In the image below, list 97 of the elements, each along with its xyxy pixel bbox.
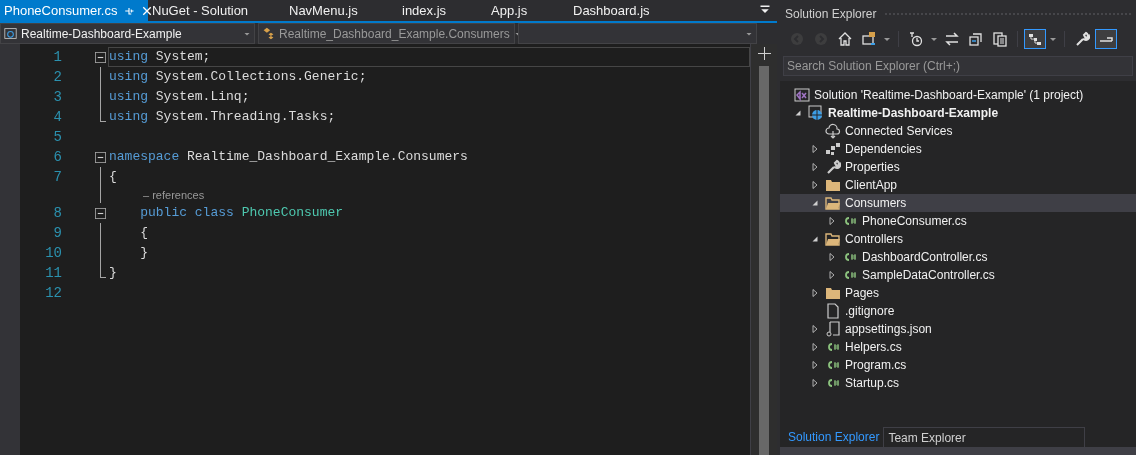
folder-icon	[825, 285, 841, 301]
toolbar-button[interactable]	[1095, 29, 1117, 49]
tree-icon	[1027, 31, 1043, 47]
code-line: using System.Threading.Tasks;	[109, 109, 336, 124]
code-line: namespace Realtime_Dashboard_Example.Consumers	[109, 149, 468, 164]
line-number: 6	[53, 149, 62, 165]
expanded-icon[interactable]	[811, 199, 819, 207]
collapsed-icon[interactable]	[828, 270, 836, 280]
project-icon	[808, 105, 824, 121]
tree-item[interactable]: Program.cs	[780, 356, 1136, 374]
cloud-icon	[825, 123, 841, 139]
expanded-icon[interactable]	[811, 235, 819, 243]
line-number: 5	[53, 129, 62, 145]
tree-item[interactable]: Solution 'Realtime-Dashboard-Example' (1 project)	[780, 86, 1136, 104]
caret-icon	[1050, 37, 1056, 41]
line-number: 12	[45, 285, 62, 301]
open-folder-icon	[825, 231, 841, 247]
collapse-icon[interactable]	[95, 52, 106, 63]
json-file-icon	[825, 321, 841, 337]
line-number: 7	[53, 169, 62, 185]
collapsed-icon[interactable]	[811, 162, 819, 172]
copy-icon	[992, 31, 1008, 47]
tab-list-icon[interactable]	[759, 4, 771, 16]
search-field[interactable]: Search Solution Explorer (Ctrl+;)	[783, 56, 1133, 76]
line-number: 11	[45, 265, 62, 281]
editor-tab[interactable]: App.js	[487, 0, 569, 21]
tree-item[interactable]: Connected Services	[780, 122, 1136, 140]
collapse-icon[interactable]	[95, 208, 106, 219]
pending-changes-icon	[908, 31, 924, 47]
globe-icon	[4, 27, 17, 40]
line-number: 9	[53, 225, 62, 241]
switch-views-icon	[861, 31, 877, 47]
collapsed-icon[interactable]	[811, 288, 819, 298]
file-icon	[825, 303, 841, 319]
tree-item[interactable]: PhoneConsumer.cs	[780, 212, 1136, 230]
caret-icon	[884, 37, 890, 41]
collapsed-icon[interactable]	[828, 252, 836, 262]
code-line: }	[139, 245, 148, 260]
line-number: 10	[45, 245, 62, 261]
sync-icon	[944, 31, 960, 47]
collapsed-icon[interactable]	[811, 342, 819, 352]
code-line: }	[109, 265, 117, 280]
wrench-icon	[825, 159, 841, 175]
editor-tab[interactable]: NuGet - Solution	[148, 0, 285, 21]
collapsed-icon[interactable]	[811, 324, 819, 334]
tree-item[interactable]: appsettings.json	[780, 320, 1136, 338]
line-number: 4	[53, 109, 62, 125]
line-number: 8	[53, 205, 62, 221]
tree-item[interactable]: Helpers.cs	[780, 338, 1136, 356]
collapsed-icon[interactable]	[811, 144, 819, 154]
open-folder-icon	[825, 195, 841, 211]
editor-tab[interactable]: index.js	[398, 0, 487, 21]
codelens-link[interactable]: – references	[143, 187, 205, 203]
tree-item[interactable]: Consumers	[780, 194, 1136, 212]
home-icon	[837, 31, 853, 47]
code-line: using System;	[109, 49, 211, 64]
scrollbar-thumb[interactable]	[759, 66, 769, 455]
panel-tab[interactable]: Team Explorer	[883, 427, 1086, 447]
code-line: using System.Linq;	[109, 89, 250, 104]
collapsed-icon[interactable]	[828, 216, 836, 226]
project-dropdown[interactable]: Realtime-Dashboard-Example	[0, 23, 255, 44]
tree-item[interactable]: DashboardController.cs	[780, 248, 1136, 266]
code-line: using System.Collections.Generic;	[109, 69, 367, 84]
tree-item[interactable]: ClientApp	[780, 176, 1136, 194]
close-icon[interactable]	[141, 4, 154, 17]
line-number: 3	[53, 89, 62, 105]
tree-item[interactable]: Pages	[780, 284, 1136, 302]
tree-item[interactable]: .gitignore	[780, 302, 1136, 320]
collapse-icon[interactable]	[95, 152, 106, 163]
tree-item[interactable]: Realtime-Dashboard-Example	[780, 104, 1136, 122]
panel-tab[interactable]: Solution Explorer	[784, 427, 884, 447]
collapsed-icon[interactable]	[811, 180, 819, 190]
line-number: 1	[53, 49, 62, 65]
code-line: {	[109, 169, 117, 184]
dependencies-icon	[825, 141, 841, 157]
toolbar-button[interactable]	[1024, 29, 1046, 49]
collapse-icon	[968, 31, 984, 47]
tree-item[interactable]: Controllers	[780, 230, 1136, 248]
expanded-icon[interactable]	[794, 109, 802, 117]
collapsed-icon[interactable]	[811, 360, 819, 370]
class-icon	[262, 27, 275, 40]
line-number: 2	[53, 69, 62, 85]
type-dropdown[interactable]: Realtime_Dashboard_Example.Consumers	[258, 23, 515, 44]
code-line: {	[139, 225, 148, 240]
tree-item[interactable]: Startup.cs	[780, 374, 1136, 392]
code-line: public class PhoneConsumer	[139, 205, 344, 220]
editor-tab[interactable]: NavMenu.js	[285, 0, 398, 21]
tree-item[interactable]: SampleDataController.cs	[780, 266, 1136, 284]
properties-icon	[1074, 31, 1090, 47]
editor-tab[interactable]: Dashboard.js	[569, 0, 689, 21]
collapsed-icon[interactable]	[811, 378, 819, 388]
caret-icon	[931, 37, 937, 41]
split-icon[interactable]	[757, 47, 771, 60]
panel-title: Solution Explorer	[785, 6, 877, 23]
solution-icon	[794, 87, 810, 103]
tree-item[interactable]: Properties	[780, 158, 1136, 176]
tree-item[interactable]: Dependencies	[780, 140, 1136, 158]
